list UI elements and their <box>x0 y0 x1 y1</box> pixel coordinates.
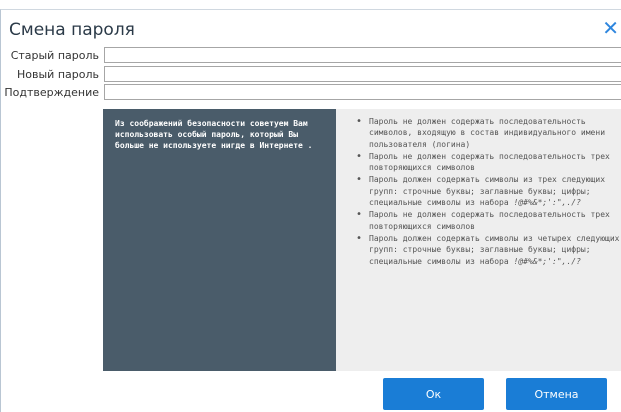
password-rule: • Пароль должен содержать символы из четы… <box>356 232 620 266</box>
bullet-icon: • <box>356 150 363 162</box>
old-password-input[interactable] <box>104 47 621 63</box>
password-rules-panel: • Пароль не должен содержать последовател… <box>336 109 621 371</box>
dialog-title: Смена пароля <box>9 20 135 40</box>
password-rule: • Пароль не должен содержать последовател… <box>356 209 610 231</box>
close-icon[interactable]: ✕ <box>602 16 619 40</box>
security-tip-panel: Из соображений безопасности советуем Вам… <box>103 109 336 371</box>
bullet-icon: • <box>356 174 363 186</box>
bullet-icon: • <box>356 232 363 244</box>
password-rules-list: • Пароль не должен содержать последовател… <box>356 116 621 267</box>
password-rule: • Пароль не должен содержать последовател… <box>356 116 606 149</box>
bullet-icon: • <box>356 209 363 221</box>
confirm-password-label: Подтверждение <box>4 86 99 99</box>
ok-button[interactable]: Ок <box>383 378 484 410</box>
cancel-button[interactable]: Отмена <box>506 378 607 410</box>
new-password-label: Новый пароль <box>17 68 99 81</box>
confirm-password-input[interactable] <box>104 84 621 100</box>
password-rule: • Пароль должен содержать символы из трех… <box>356 174 606 208</box>
old-password-label: Старый пароль <box>10 49 99 62</box>
bullet-icon: • <box>356 116 363 127</box>
password-rule: • Пароль не должен содержать последовател… <box>356 150 610 173</box>
security-tip-text: Из соображений безопасности советуем Вам… <box>115 119 313 150</box>
new-password-input[interactable] <box>104 66 621 82</box>
